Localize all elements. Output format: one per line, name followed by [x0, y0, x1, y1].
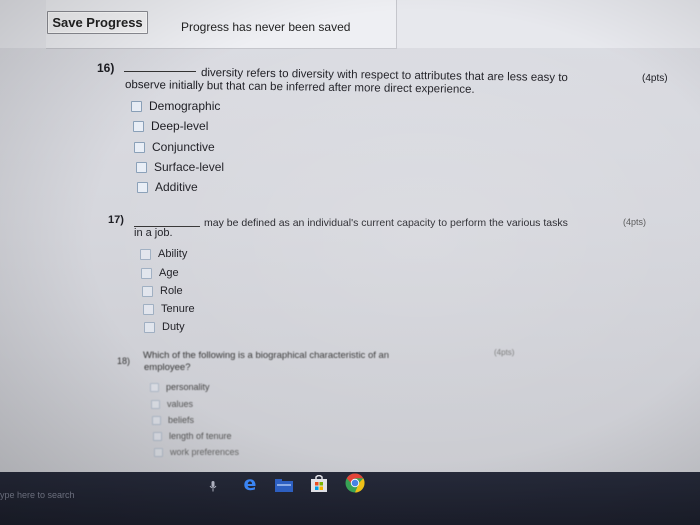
- option-conjunctive[interactable]: Conjunctive: [134, 140, 215, 154]
- option-label: values: [167, 399, 194, 409]
- radio-button[interactable]: [137, 181, 148, 193]
- question-text: Which of the following is a biographical…: [143, 350, 390, 361]
- radio-button[interactable]: [141, 267, 152, 279]
- answer-blank: [124, 71, 196, 72]
- question-text-continued: employee?: [144, 362, 191, 373]
- taskbar-search-box[interactable]: ype here to search: [0, 475, 200, 515]
- option-values[interactable]: values: [151, 399, 193, 409]
- microphone-icon[interactable]: [206, 479, 220, 493]
- option-label: Role: [160, 285, 183, 297]
- option-label: length of tenure: [169, 431, 232, 441]
- option-label: Duty: [162, 321, 185, 333]
- option-label: Ability: [158, 248, 188, 260]
- question-number: 18): [117, 356, 131, 366]
- option-tenure[interactable]: Tenure: [143, 303, 195, 315]
- option-age[interactable]: Age: [141, 267, 179, 279]
- save-progress-button[interactable]: Save Progress: [47, 11, 148, 34]
- option-surface-level[interactable]: Surface-level: [136, 160, 224, 174]
- edge-browser-icon[interactable]: e: [240, 474, 260, 494]
- option-work-preferences[interactable]: work preferences: [154, 447, 239, 457]
- option-label: work preferences: [170, 447, 240, 457]
- question-number: 17): [108, 214, 124, 226]
- question-text: may be defined as an individual's curren…: [204, 217, 568, 229]
- radio-button[interactable]: [136, 161, 147, 173]
- radio-button[interactable]: [142, 285, 153, 297]
- option-duty[interactable]: Duty: [144, 321, 185, 333]
- radio-button[interactable]: [150, 382, 159, 392]
- option-label: Demographic: [149, 99, 221, 113]
- option-beliefs[interactable]: beliefs: [152, 415, 194, 425]
- option-additive[interactable]: Additive: [137, 180, 198, 194]
- option-label: Additive: [155, 180, 198, 194]
- radio-button[interactable]: [153, 431, 162, 441]
- option-deep-level[interactable]: Deep-level: [133, 119, 208, 133]
- radio-button[interactable]: [140, 248, 151, 260]
- store-icon[interactable]: [310, 474, 328, 493]
- option-label: personality: [166, 382, 210, 392]
- option-label: Deep-level: [151, 119, 209, 133]
- file-explorer-icon[interactable]: [275, 477, 293, 493]
- option-label: beliefs: [168, 415, 195, 425]
- option-role[interactable]: Role: [142, 285, 183, 297]
- radio-button[interactable]: [144, 321, 155, 333]
- points-label: (4pts): [623, 217, 647, 227]
- option-length-of-tenure[interactable]: length of tenure: [153, 431, 232, 441]
- radio-button[interactable]: [152, 415, 161, 425]
- question-text-continued: in a job.: [134, 227, 173, 239]
- radio-button[interactable]: [134, 141, 145, 153]
- points-label: (4pts): [642, 73, 668, 84]
- option-ability[interactable]: Ability: [140, 248, 187, 260]
- save-status-text: Progress has never been saved: [181, 20, 351, 34]
- option-personality[interactable]: personality: [150, 382, 210, 392]
- option-label: Age: [159, 267, 179, 279]
- radio-button[interactable]: [131, 100, 142, 112]
- chrome-icon[interactable]: [344, 472, 366, 494]
- option-label: Surface-level: [154, 160, 225, 174]
- radio-button[interactable]: [133, 120, 144, 132]
- option-label: Conjunctive: [152, 140, 215, 154]
- radio-button[interactable]: [143, 303, 154, 315]
- radio-button[interactable]: [151, 399, 160, 409]
- points-label: (4pts): [494, 348, 515, 357]
- question-number: 16): [97, 61, 115, 75]
- option-label: Tenure: [161, 303, 195, 315]
- option-demographic[interactable]: Demographic: [131, 99, 220, 113]
- radio-button[interactable]: [154, 447, 163, 457]
